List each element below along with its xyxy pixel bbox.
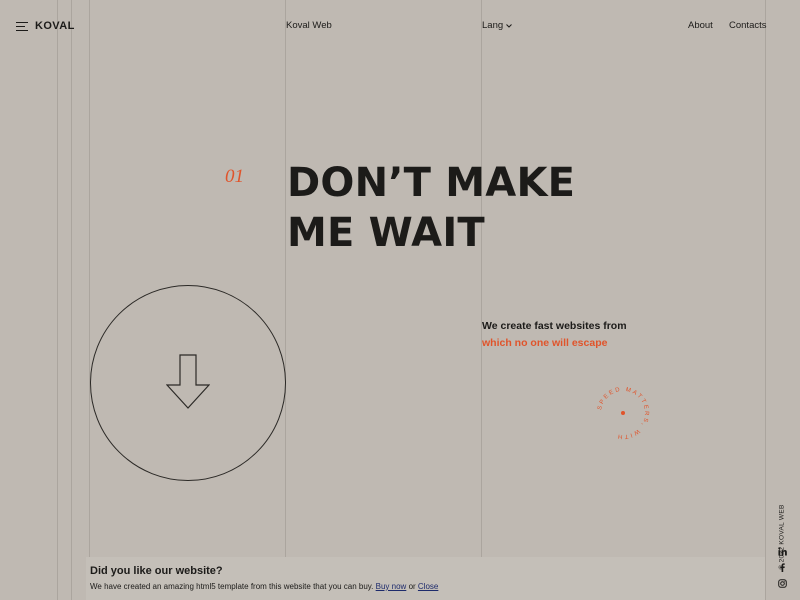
chevron-down-icon bbox=[506, 23, 512, 28]
tagline-line: We create fast websites from bbox=[482, 320, 627, 332]
hero-tagline: We create fast websites from which no on… bbox=[482, 318, 627, 352]
banner-message: We have created an amazing html5 templat… bbox=[90, 582, 438, 591]
arrow-down-icon[interactable] bbox=[166, 354, 210, 409]
facebook-icon[interactable] bbox=[777, 562, 788, 573]
grid-line bbox=[71, 0, 72, 600]
nav-link-koval-web[interactable]: Koval Web bbox=[286, 20, 332, 31]
banner-text: We have created an amazing html5 templat… bbox=[90, 582, 374, 591]
copyright-text: © 2022 KOVAL WEB bbox=[778, 504, 786, 570]
hamburger-menu-icon[interactable] bbox=[16, 22, 28, 32]
banner-or-text: or bbox=[408, 582, 416, 591]
tagline-accent-line: which no one will escape bbox=[482, 337, 608, 349]
grid-line bbox=[57, 0, 58, 600]
language-selector[interactable]: Lang bbox=[482, 20, 512, 31]
hero-title-line: ME WAIT bbox=[287, 210, 485, 256]
grid-line bbox=[481, 0, 482, 600]
banner-title: Did you like our website? bbox=[90, 565, 223, 577]
grid-line bbox=[285, 0, 286, 600]
promo-banner: Did you like our website? We have create… bbox=[86, 557, 765, 600]
section-index: 01 bbox=[225, 166, 244, 187]
hero-title: DON’T MAKE ME WAIT bbox=[287, 158, 575, 258]
hero-title-line: DON’T MAKE bbox=[287, 160, 576, 206]
logo[interactable]: KOVAL bbox=[35, 20, 75, 32]
close-banner-link[interactable]: Close bbox=[418, 582, 438, 591]
instagram-icon[interactable] bbox=[777, 578, 788, 589]
speed-matters-badge: SPEED MATTERS, WITH bbox=[597, 387, 647, 439]
buy-now-link[interactable]: Buy now bbox=[376, 582, 407, 591]
language-selector-label: Lang bbox=[482, 20, 504, 31]
badge-dot bbox=[621, 411, 625, 415]
linkedin-icon[interactable] bbox=[777, 546, 788, 557]
nav-link-contacts[interactable]: Contacts bbox=[729, 20, 767, 31]
grid-line bbox=[89, 0, 90, 600]
grid-line bbox=[765, 0, 766, 600]
nav-link-about[interactable]: About bbox=[688, 20, 713, 31]
